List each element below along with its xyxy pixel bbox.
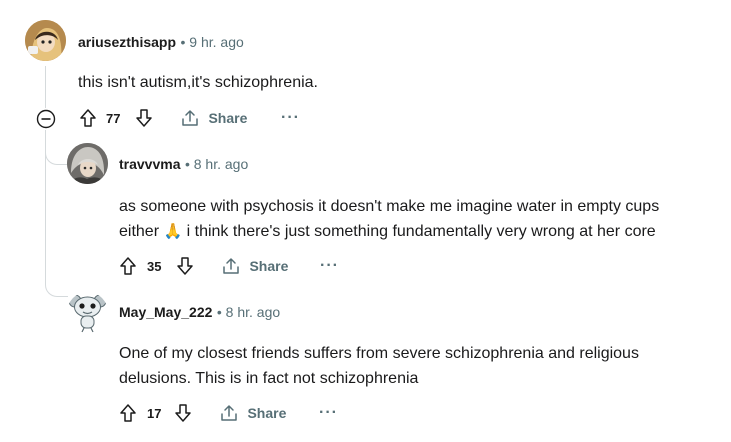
vote-count: 77 [106,111,121,126]
comment-header: travvvma • 8 hr. ago [119,156,248,174]
anime-avatar-icon [25,20,66,61]
comment-text: this isn't autism,it's schizophrenia. [78,74,318,91]
share-label: Share [208,110,248,126]
downvote-button[interactable] [173,403,193,423]
praying-hands-emoji: 🙏 [163,223,183,240]
share-label: Share [249,258,289,274]
comment-text: either [119,223,160,240]
comment-text-line: either 🙏 i think there's just something … [119,219,659,244]
arrow-down-icon [173,403,193,423]
username[interactable]: ariusezthisapp [78,34,176,50]
downvote-button[interactable] [134,108,154,128]
comment-header: ariusezthisapp • 9 hr. ago [78,34,244,52]
timestamp[interactable]: • 8 hr. ago [185,156,248,172]
thread-line-main [45,66,46,108]
comment-text-line: delusions. This is in fact not schizophr… [119,370,419,387]
share-button[interactable]: Share [219,403,286,423]
more-options-button[interactable]: ··· [281,109,300,127]
comment-body: as someone with psychosis it doesn't mak… [119,194,659,244]
comment-body: One of my closest friends suffers from s… [119,341,639,391]
arrow-up-icon [118,256,138,276]
share-icon [219,403,239,423]
comment-header: May_May_222 • 8 hr. ago [119,304,280,322]
avatar[interactable] [25,20,66,61]
upvote-button[interactable] [118,256,138,276]
timestamp[interactable]: • 9 hr. ago [180,34,243,50]
comment-text-line: as someone with psychosis it doesn't mak… [119,198,660,215]
share-icon [180,108,200,128]
timestamp[interactable]: • 8 hr. ago [217,304,280,320]
username[interactable]: May_May_222 [119,304,212,320]
share-label: Share [247,405,287,421]
username[interactable]: travvvma [119,156,181,172]
snoo-avatar-icon [67,292,108,333]
share-icon [221,256,241,276]
grey-haired-avatar-icon [67,143,108,184]
vote-count: 17 [147,406,162,421]
avatar[interactable] [67,143,108,184]
more-options-button[interactable]: ··· [320,257,339,275]
upvote-button[interactable] [118,403,138,423]
thread-connector-1 [45,138,68,165]
arrow-up-icon [78,108,98,128]
upvote-button[interactable] [78,108,98,128]
arrow-down-icon [134,108,154,128]
comment-text-line: One of my closest friends suffers from s… [119,345,639,362]
share-button[interactable]: Share [221,256,288,276]
comment-text: i think there's just something fundament… [186,223,656,240]
arrow-down-icon [175,256,195,276]
avatar[interactable] [67,292,108,333]
vote-count: 35 [147,259,162,274]
arrow-up-icon [118,403,138,423]
minus-circle-icon [36,109,56,129]
thread-connector-2 [45,270,68,297]
downvote-button[interactable] [175,256,195,276]
more-options-button[interactable]: ··· [319,404,338,422]
collapse-button[interactable] [36,109,56,129]
share-button[interactable]: Share [180,108,247,128]
comment-body: this isn't autism,it's schizophrenia. [78,70,318,95]
